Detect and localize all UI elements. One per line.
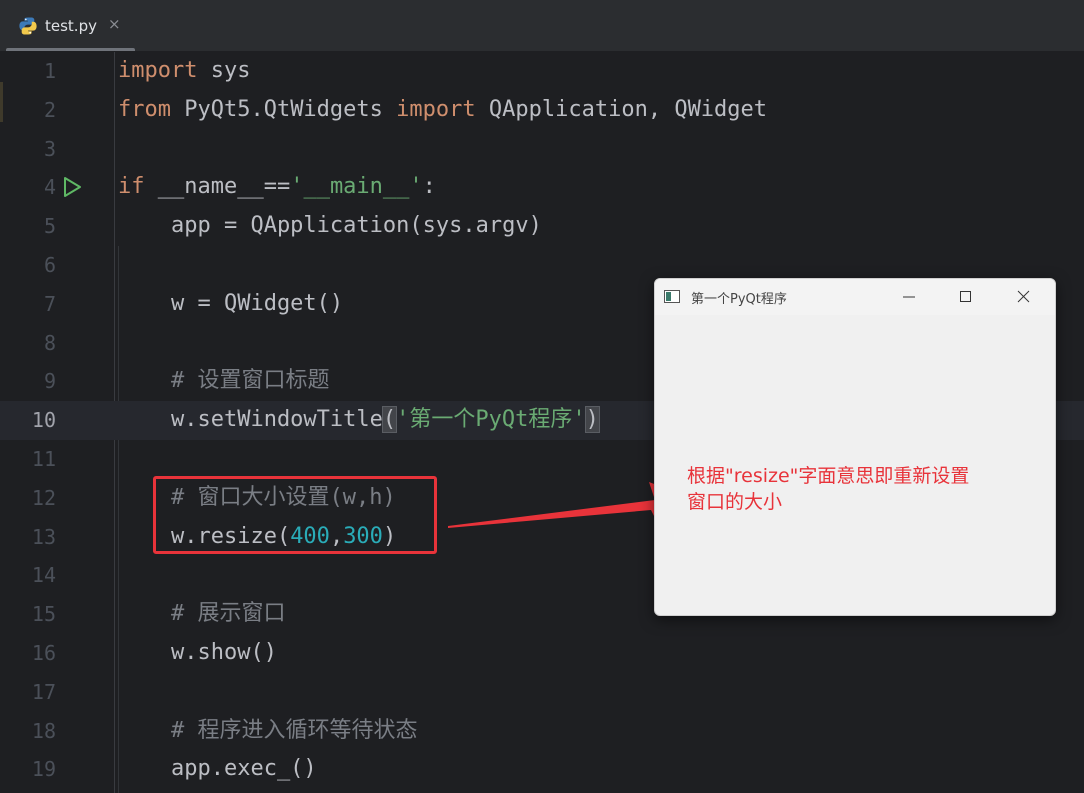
app-window-icon [664,290,680,303]
tab-test-py[interactable]: test.py × [0,0,135,51]
code-token: : [422,174,436,200]
code-line-5[interactable]: 5 app = QApplication(sys.argv) [0,207,1084,246]
line-number: 4 [43,175,56,200]
code-line-1[interactable]: 1 import sys [0,52,1084,91]
line-number: 15 [31,602,56,627]
line-number: 1 [43,59,56,83]
python-icon [19,17,37,35]
code-text: from PyQt5.QtWidgets import QApplication… [118,91,767,129]
minimize-icon[interactable] [885,279,931,315]
code-text: app.exec_() [118,756,317,782]
annotation-line: 根据"resize"字面意思即重新设置 [687,465,970,487]
keyword: import [396,96,476,122]
code-token: QApplication, QWidget [475,96,768,122]
line-number: 7 [43,291,56,316]
code-token: PyQt5.QtWidgets [170,96,397,122]
code-line-2[interactable]: 2 from PyQt5.QtWidgets import QApplicati… [0,91,1084,130]
line-number: 12 [31,485,56,510]
code-text: app = QApplication(sys.argv) [118,213,542,239]
line-number: 17 [31,679,56,704]
window-title: 第一个PyQt程序 [691,292,787,307]
line-number: 13 [31,524,56,549]
line-number: 10 [31,408,56,433]
line-number: 19 [31,757,56,782]
code-line-3[interactable]: 3 [0,130,1084,169]
code-text: w = QWidget() [118,290,344,316]
window-titlebar[interactable]: 第一个PyQt程序 [655,279,1055,315]
string-literal: '__main__' [290,174,423,200]
code-comment: # 设置窗口标题 [118,368,330,394]
code-token: sys [197,58,251,83]
run-icon[interactable] [60,175,84,199]
code-text: w.setWindowTitle('第一个PyQt程序') [118,401,600,439]
code-line-17[interactable]: 17 [0,673,1084,712]
line-number: 16 [31,641,56,665]
line-number: 8 [43,330,56,355]
code-comment: # 程序进入循环等待状态 [118,717,418,743]
line-number: 2 [43,97,56,122]
close-window-icon[interactable] [1001,279,1047,315]
active-tab-indicator [6,48,135,51]
annotation-text: 根据"resize"字面意思即重新设置 窗口的大小 [687,463,1027,515]
code-text: w.show() [118,640,277,665]
line-number: 11 [31,447,56,471]
code-comment: # 展示窗口 [118,601,286,627]
keyword: if [118,174,145,200]
code-text: if __name__=='__main__': [118,168,436,206]
code-token: __name__== [144,174,291,200]
keyword: from [118,96,171,122]
matched-bracket: ( [381,406,398,434]
line-number: 5 [43,214,56,239]
tab-filename: test.py [45,17,97,35]
code-line-4[interactable]: 4 if __name__=='__main__': [0,168,1084,207]
editor-tab-bar: test.py × [0,0,1084,52]
annotation-line: 窗口的大小 [687,491,783,513]
keyword: import [118,58,198,83]
line-number: 18 [31,718,56,743]
line-number: 9 [43,369,56,394]
line-number: 6 [43,253,56,277]
code-text: import sys [118,52,250,90]
code-line-19[interactable]: 19 app.exec_() [0,750,1084,789]
code-token: w.setWindowTitle [118,407,383,433]
pyqt-window[interactable]: 第一个PyQt程序 根据"resize"字面意思即重新设置 窗口的大小 [654,278,1056,616]
string-literal: '第一个PyQt程序' [396,407,586,433]
code-line-16[interactable]: 16 w.show() [0,634,1084,673]
code-line-18[interactable]: 18 # 程序进入循环等待状态 [0,712,1084,751]
line-number: 14 [31,563,56,588]
matched-bracket: ) [584,406,600,434]
close-icon[interactable]: × [108,15,121,33]
line-number: 3 [43,136,56,161]
maximize-icon[interactable] [943,279,989,315]
highlight-box [153,476,437,554]
